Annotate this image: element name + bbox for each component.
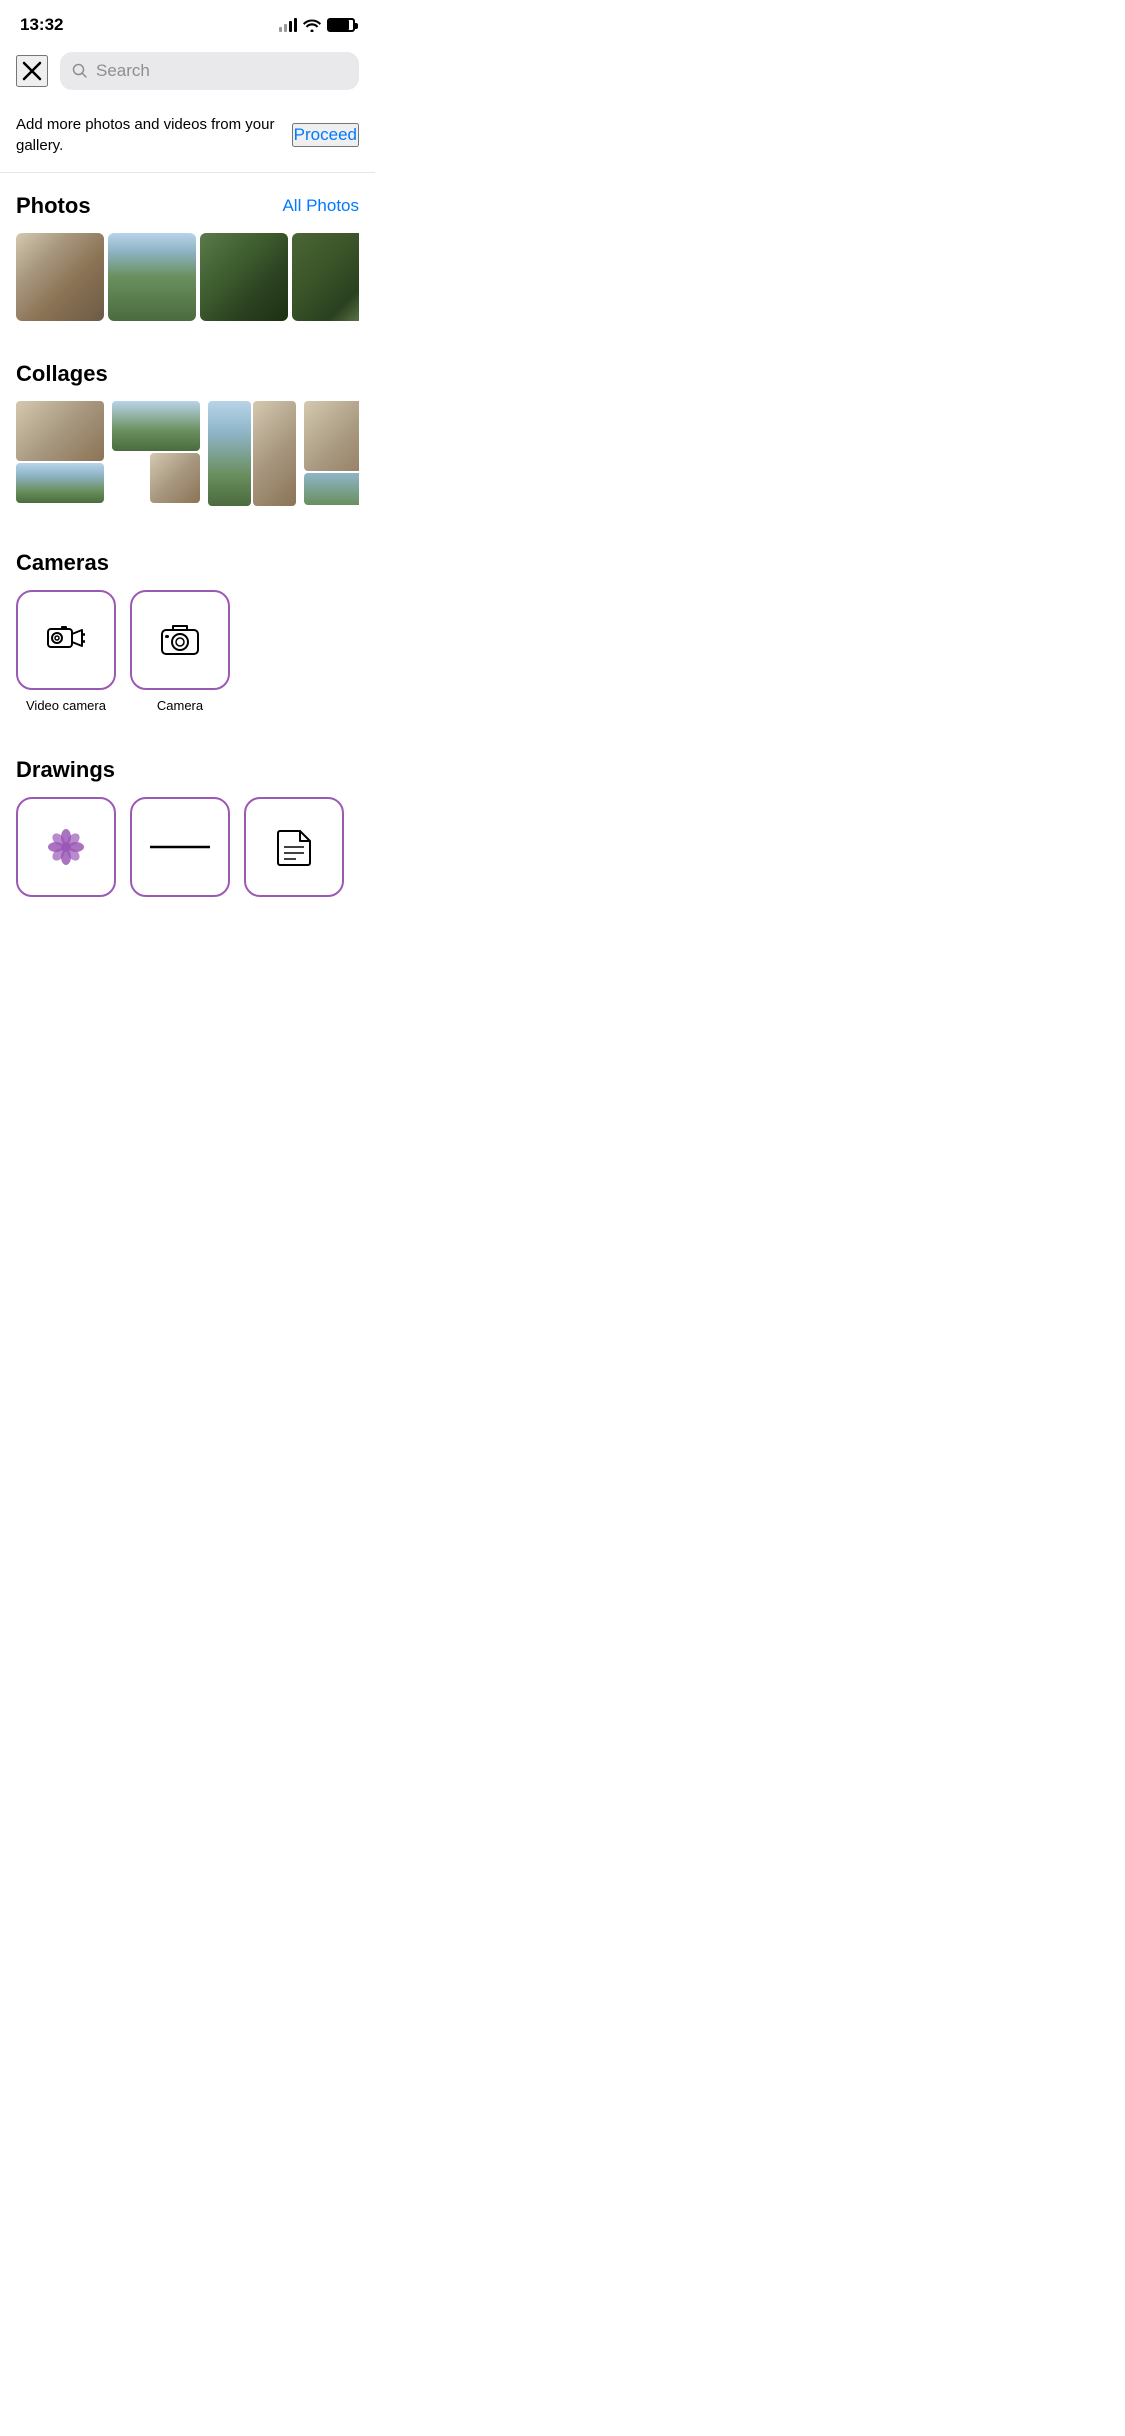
status-time: 13:32: [20, 15, 63, 35]
photos-section-title: Photos: [16, 193, 91, 219]
camera-icon: [158, 616, 202, 665]
drawings-row: [16, 797, 359, 897]
line-drawing-icon: [150, 825, 210, 869]
photo-thumb-2[interactable]: [108, 233, 196, 321]
collages-section-title: Collages: [16, 361, 108, 387]
cameras-row: Video camera: [16, 590, 359, 713]
wifi-icon: [303, 18, 321, 32]
battery-icon: [327, 18, 355, 32]
drawing-doc-item[interactable]: [244, 797, 344, 897]
collages-section: Collages: [0, 333, 375, 518]
drawings-section-title: Drawings: [16, 757, 115, 783]
drawings-section: Drawings: [0, 725, 375, 909]
photos-section: Photos All Photos: [0, 173, 375, 333]
camera-label: Camera: [157, 698, 203, 713]
status-icons: [279, 18, 355, 32]
search-bar[interactable]: Search: [60, 52, 359, 90]
flower-drawing-icon: [44, 825, 88, 869]
proceed-button[interactable]: Proceed: [292, 123, 359, 147]
collages-row: [16, 401, 359, 506]
all-photos-link[interactable]: All Photos: [282, 196, 359, 216]
collages-section-header: Collages: [16, 361, 359, 387]
drawing-flower-box: [16, 797, 116, 897]
photo-thumb-3[interactable]: [200, 233, 288, 321]
top-nav: Search: [0, 44, 375, 102]
drawing-flower-item[interactable]: [16, 797, 116, 897]
banner: Add more photos and videos from your gal…: [0, 102, 375, 173]
drawing-doc-box: [244, 797, 344, 897]
cameras-section: Cameras: [0, 518, 375, 725]
photos-section-header: Photos All Photos: [16, 193, 359, 219]
video-camera-label: Video camera: [26, 698, 106, 713]
search-placeholder: Search: [96, 61, 150, 81]
collage-item-3[interactable]: [208, 401, 296, 506]
document-drawing-icon: [272, 825, 316, 869]
photo-thumb-4[interactable]: [292, 233, 359, 321]
collage-item-2[interactable]: [112, 401, 200, 506]
photos-row: [16, 233, 359, 321]
video-camera-box: [16, 590, 116, 690]
video-camera-icon: [44, 616, 88, 665]
search-icon: [72, 63, 88, 79]
close-button[interactable]: [16, 55, 48, 87]
collage-item-4[interactable]: [304, 401, 359, 506]
cameras-section-title: Cameras: [16, 550, 109, 576]
camera-box: [130, 590, 230, 690]
banner-text: Add more photos and videos from your gal…: [16, 114, 276, 156]
cameras-section-header: Cameras: [16, 550, 359, 576]
drawing-line-box: [130, 797, 230, 897]
signal-bars-icon: [279, 18, 297, 32]
drawing-line-item[interactable]: [130, 797, 230, 897]
photo-thumb-1[interactable]: [16, 233, 104, 321]
drawings-section-header: Drawings: [16, 757, 359, 783]
collage-item-1[interactable]: [16, 401, 104, 506]
video-camera-item[interactable]: Video camera: [16, 590, 116, 713]
camera-item[interactable]: Camera: [130, 590, 230, 713]
status-bar: 13:32: [0, 0, 375, 44]
